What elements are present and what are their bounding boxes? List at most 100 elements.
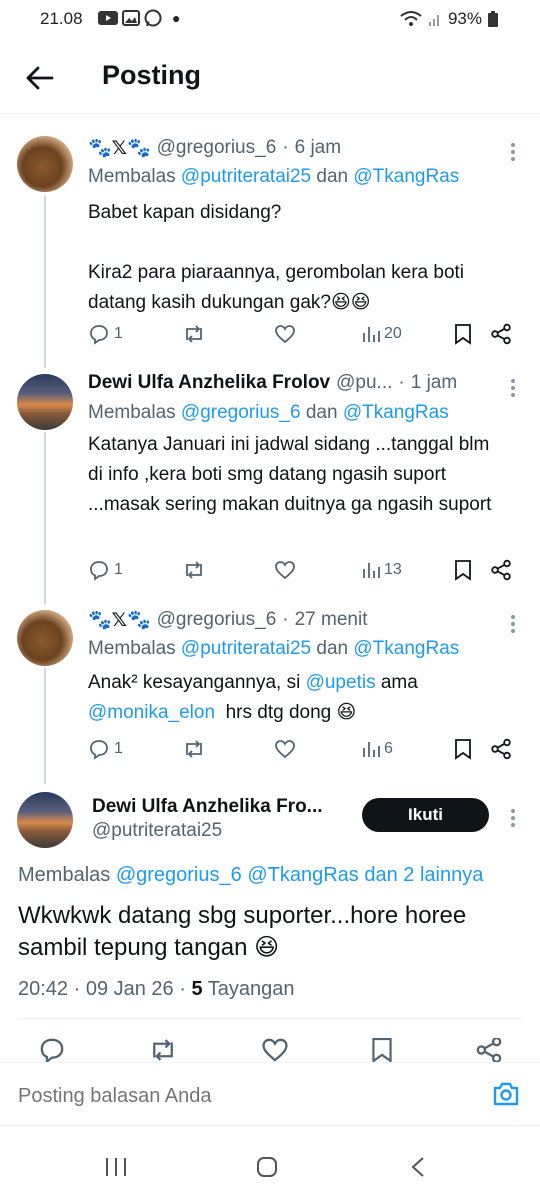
more-notifications-dot-icon: ●: [172, 10, 181, 26]
display-name[interactable]: Dewi Ulfa Anzhelika Frolov: [88, 372, 330, 394]
replying-to-label: Membalas: [18, 864, 116, 886]
replying-to-label: Membalas: [88, 638, 181, 659]
bookmark-button[interactable]: [454, 738, 490, 760]
tweet[interactable]: 🐾𝕏🐾 @gregorius_6 · 27 menit Membalas @pu…: [0, 606, 540, 776]
user-handle[interactable]: @pu...: [336, 372, 392, 394]
repost-button[interactable]: [182, 738, 274, 760]
views-button[interactable]: 13: [362, 561, 454, 579]
reply-icon: [90, 740, 108, 760]
like-button[interactable]: [274, 560, 362, 580]
repost-button[interactable]: [182, 559, 274, 581]
gallery-icon: [122, 10, 140, 26]
main-tweet-actions: [38, 1038, 503, 1062]
status-right: 93%: [400, 9, 498, 29]
back-button[interactable]: [22, 60, 58, 96]
like-button[interactable]: [274, 324, 362, 344]
share-button[interactable]: [490, 559, 518, 581]
more-options-icon[interactable]: [510, 140, 516, 164]
repost-button[interactable]: [182, 323, 274, 345]
view-count: 13: [384, 561, 402, 578]
more-options-icon[interactable]: [510, 806, 516, 830]
heart-icon: [275, 325, 295, 344]
repost-icon: [186, 740, 202, 758]
share-button[interactable]: [490, 323, 518, 345]
share-icon: [491, 738, 511, 760]
reply-composer: [0, 1062, 540, 1126]
bookmark-button[interactable]: [454, 559, 490, 581]
tweet[interactable]: Dewi Ulfa Anzhelika Frolov @pu... · 1 ja…: [0, 370, 540, 600]
reply-button[interactable]: 1: [88, 323, 182, 345]
reply-button[interactable]: 1: [88, 559, 182, 581]
recent-apps-button[interactable]: [104, 1156, 128, 1183]
camera-button[interactable]: [492, 1081, 520, 1112]
reply-icon[interactable]: [38, 1038, 66, 1062]
avatar[interactable]: [17, 792, 73, 848]
more-options-icon[interactable]: [510, 376, 516, 400]
views-chart-icon: [363, 327, 380, 342]
user-handle[interactable]: @gregorius_6: [157, 137, 277, 159]
signal-icon: [428, 15, 439, 26]
others-link[interactable]: dan 2 lainnya: [359, 864, 483, 886]
display-name[interactable]: 🐾𝕏🐾: [88, 136, 151, 160]
whatsapp-icon: [144, 9, 162, 27]
back-nav-button[interactable]: [410, 1156, 426, 1183]
bookmark-button[interactable]: [454, 323, 490, 345]
tweet[interactable]: 🐾𝕏🐾 @gregorius_6 · 6 jam Membalas @putri…: [0, 134, 540, 364]
reply-button[interactable]: 1: [88, 738, 182, 760]
tweet-time[interactable]: 27 menit: [295, 609, 368, 631]
tweet-text: Katanya Januari ini jadwal sidang ...tan…: [88, 434, 492, 515]
tweet-actions: 1 20: [88, 319, 518, 349]
more-options-icon[interactable]: [510, 612, 516, 636]
share-icon: [491, 559, 511, 581]
display-name[interactable]: 🐾𝕏🐾: [88, 608, 151, 632]
mention-link[interactable]: @upetis: [306, 672, 376, 693]
avatar[interactable]: [17, 610, 73, 666]
views-button[interactable]: 6: [362, 740, 454, 758]
views-button[interactable]: 20: [362, 325, 454, 343]
replying-to: Membalas @gregorius_6 @TkangRas dan 2 la…: [18, 864, 483, 887]
home-button[interactable]: [256, 1156, 278, 1183]
tweet-actions: 1 6: [88, 734, 518, 764]
share-icon: [491, 323, 511, 345]
camera-icon: [493, 1082, 519, 1106]
divider: [18, 1018, 523, 1019]
tweet-time[interactable]: 6 jam: [295, 137, 341, 159]
mention-link[interactable]: @TkangRas: [343, 402, 449, 423]
mention-link[interactable]: @TkangRas: [247, 864, 358, 886]
chevron-left-icon: [411, 1157, 424, 1177]
share-icon[interactable]: [475, 1038, 503, 1062]
battery-icon: [488, 11, 498, 27]
tweet-header: 🐾𝕏🐾 @gregorius_6 · 6 jam: [88, 136, 500, 160]
share-button[interactable]: [490, 738, 518, 760]
mention-link[interactable]: @gregorius_6: [116, 864, 242, 886]
user-handle[interactable]: @gregorius_6: [157, 609, 277, 631]
user-handle[interactable]: @putriteratai25: [92, 820, 222, 842]
main-tweet: Dewi Ulfa Anzhelika Fro... @putriteratai…: [0, 786, 540, 1062]
mention-link[interactable]: @gregorius_6: [181, 402, 301, 423]
replying-to: Membalas @putriteratai25 dan @TkangRas: [88, 638, 459, 660]
main-tweet-text: Wkwkwk datang sbg suporter...hore horee …: [18, 902, 467, 961]
mention-link[interactable]: @putriteratai25: [181, 166, 311, 187]
bookmark-icon: [455, 560, 471, 581]
avatar[interactable]: [17, 136, 73, 192]
reply-input[interactable]: [18, 1085, 438, 1108]
mention-link[interactable]: @putriteratai25: [181, 638, 311, 659]
status-time: 21.08: [40, 9, 83, 28]
like-button[interactable]: [274, 739, 362, 759]
home-icon: [257, 1157, 277, 1177]
avatar[interactable]: [17, 374, 73, 430]
tweet-time[interactable]: 1 jam: [411, 372, 457, 394]
mention-link[interactable]: @TkangRas: [353, 166, 459, 187]
mention-link[interactable]: @TkangRas: [353, 638, 459, 659]
system-nav-bar: [0, 1128, 540, 1200]
follow-button[interactable]: Ikuti: [362, 798, 489, 832]
reply-count: 1: [114, 740, 123, 757]
and-label: dan: [311, 638, 354, 659]
repost-icon[interactable]: [148, 1038, 178, 1062]
bookmark-icon[interactable]: [371, 1038, 393, 1062]
replying-to-label: Membalas: [88, 402, 181, 423]
mention-link[interactable]: @monika_elon: [88, 702, 215, 723]
display-name[interactable]: Dewi Ulfa Anzhelika Fro...: [92, 796, 323, 818]
heart-icon[interactable]: [261, 1038, 289, 1062]
tweet-datetime[interactable]: 20:42 · 09 Jan 26 ·: [18, 978, 191, 1000]
